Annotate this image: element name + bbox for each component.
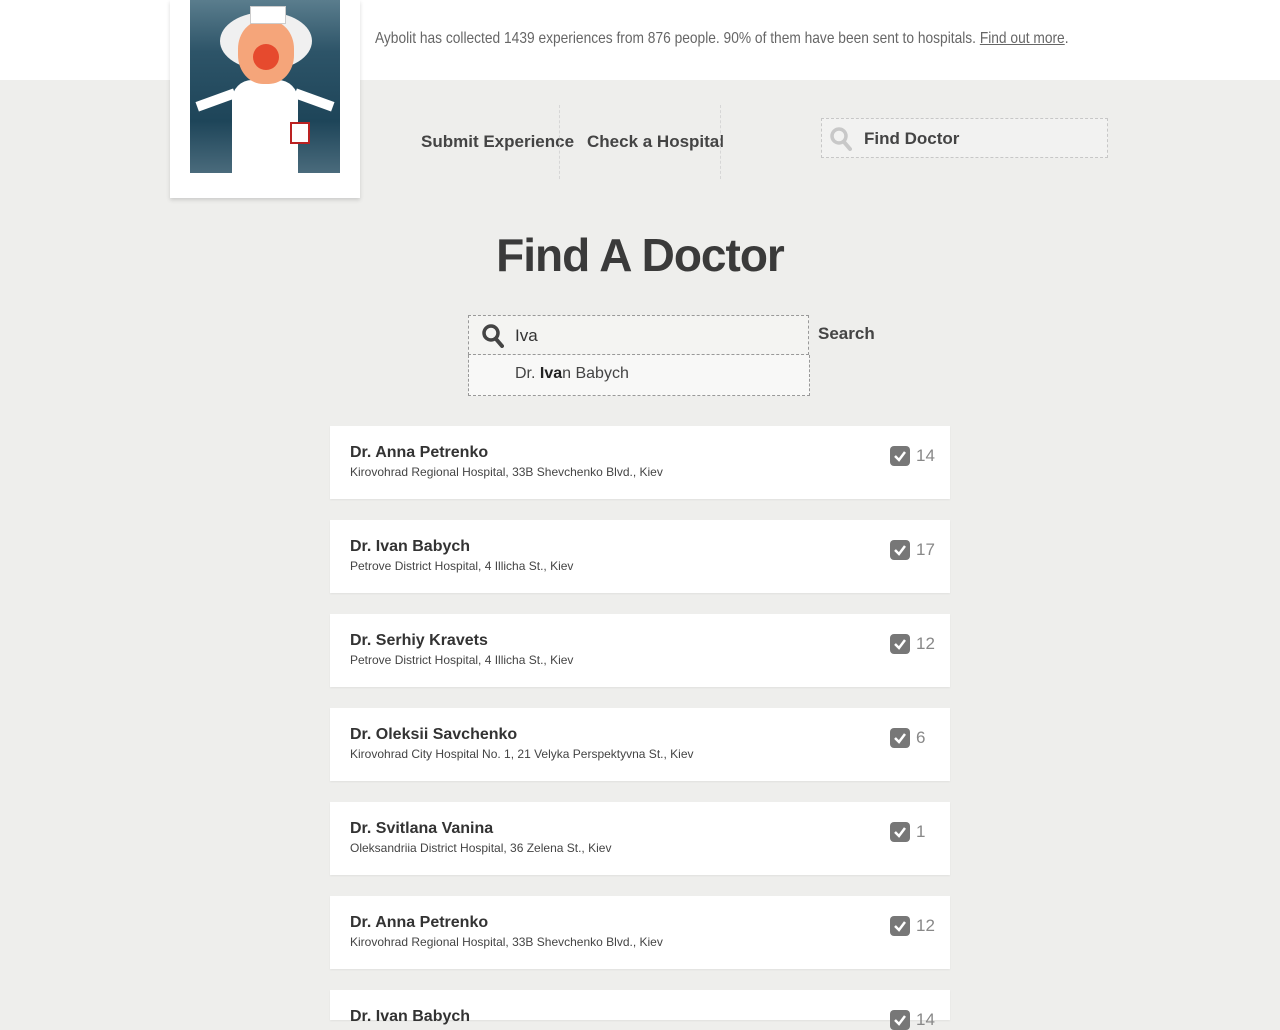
suggestion-text: Dr. Ivan Babych: [515, 365, 629, 382]
page-title: Find A Doctor: [496, 229, 785, 281]
doctor-card[interactable]: Dr. Anna Petrenko Kirovohrad Regional Ho…: [330, 896, 950, 969]
check-icon: [890, 822, 910, 842]
logo-ribbon[interactable]: [170, 0, 360, 198]
stats-banner: Aybolit has collected 1439 experiences f…: [375, 30, 1069, 48]
doctor-address: Petrove District Hospital, 4 Illicha St.…: [350, 559, 574, 573]
nav-submit-experience[interactable]: Submit Experience: [421, 105, 574, 179]
experience-count: 12: [916, 916, 935, 935]
search-icon: [830, 127, 852, 156]
doctor-address: Kirovohrad City Hospital No. 1, 21 Velyk…: [350, 747, 694, 761]
doctor-address: Kirovohrad Regional Hospital, 33B Shevch…: [350, 465, 663, 479]
doctor-card[interactable]: Dr. Svitlana Vanina Oleksandriia Distric…: [330, 802, 950, 875]
experience-count: 1: [916, 822, 926, 841]
doctor-name[interactable]: Dr. Ivan Babych: [350, 1008, 470, 1026]
doctor-name[interactable]: Dr. Svitlana Vanina: [350, 820, 493, 838]
doctor-name[interactable]: Dr. Serhiy Kravets: [350, 632, 488, 650]
aybolit-logo[interactable]: [190, 0, 340, 173]
find-doctor-nav-search[interactable]: Find Doctor: [821, 118, 1108, 158]
doctor-card[interactable]: Dr. Serhiy Kravets Petrove District Hosp…: [330, 614, 950, 687]
doctor-address: Kirovohrad Regional Hospital, 33B Shevch…: [350, 935, 663, 949]
doctor-name[interactable]: Dr. Ivan Babych: [350, 538, 470, 556]
doctor-name[interactable]: Dr. Anna Petrenko: [350, 914, 488, 932]
experience-count: 6: [916, 728, 926, 747]
doctor-name[interactable]: Dr. Oleksii Savchenko: [350, 726, 517, 744]
doctor-card[interactable]: Dr. Ivan Babych 14: [330, 990, 950, 1030]
experience-count: 14: [916, 1010, 935, 1029]
nav-divider: [559, 105, 561, 179]
check-icon: [890, 540, 910, 560]
check-icon: [890, 916, 910, 936]
find-doctor-label: Find Doctor: [864, 129, 960, 148]
doctor-card[interactable]: Dr. Oleksii Savchenko Kirovohrad City Ho…: [330, 708, 950, 781]
find-out-more-link[interactable]: Find out more: [980, 30, 1065, 47]
doctor-address: Petrove District Hospital, 4 Illicha St.…: [350, 653, 574, 667]
nav-divider: [720, 105, 722, 179]
check-icon: [890, 728, 910, 748]
experience-count: 14: [916, 446, 935, 465]
doctor-card[interactable]: Dr. Ivan Babych Petrove District Hospita…: [330, 520, 950, 593]
stats-text: Aybolit has collected 1439 experiences f…: [375, 30, 976, 47]
experience-count: 12: [916, 634, 935, 653]
doctor-name[interactable]: Dr. Anna Petrenko: [350, 444, 488, 462]
doctor-search-input[interactable]: Iva: [468, 315, 809, 355]
check-icon: [890, 446, 910, 466]
check-icon: [890, 1010, 910, 1030]
autocomplete-suggestion[interactable]: Dr. Ivan Babych: [468, 355, 810, 396]
search-icon: [482, 324, 504, 353]
doctor-card[interactable]: Dr. Anna Petrenko Kirovohrad Regional Ho…: [330, 426, 950, 499]
stats-end: .: [1064, 30, 1069, 47]
search-button[interactable]: Search: [818, 324, 875, 344]
doctor-address: Oleksandriia District Hospital, 36 Zelen…: [350, 841, 612, 855]
search-input-value: Iva: [515, 326, 538, 345]
nav-check-hospital[interactable]: Check a Hospital: [587, 105, 724, 179]
check-icon: [890, 634, 910, 654]
experience-count: 17: [916, 540, 935, 559]
